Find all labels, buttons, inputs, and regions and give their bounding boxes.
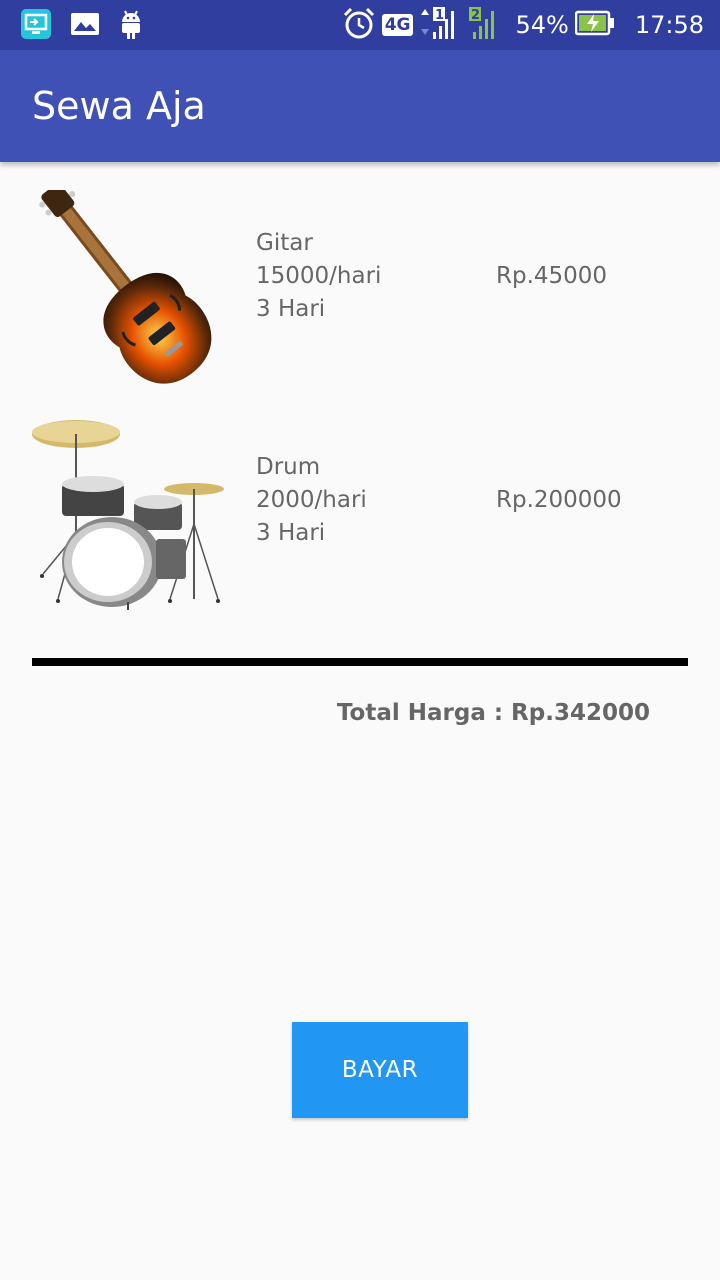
- item-name: Gitar: [256, 230, 313, 256]
- drum-image: [28, 414, 228, 614]
- android-icon: [118, 8, 144, 44]
- divider: [32, 658, 688, 666]
- app-title: Sewa Aja: [32, 84, 206, 128]
- pay-button[interactable]: BAYAR: [292, 1022, 468, 1118]
- item-price: Rp.200000: [496, 487, 622, 513]
- item-rate: 15000/hari: [256, 263, 382, 289]
- battery-charging-icon: [574, 10, 615, 40]
- sim1-label: 1: [435, 8, 444, 23]
- list-item: Drum 2000/hari 3 Hari Rp.200000: [0, 406, 720, 618]
- total-price: Total Harga : Rp.342000: [336, 700, 650, 726]
- sim2-label: 2: [471, 8, 480, 23]
- item-name: Drum: [256, 454, 321, 480]
- alarm-icon: [342, 6, 376, 44]
- item-price: Rp.45000: [496, 263, 608, 289]
- signal-icon: 1 2: [419, 5, 509, 45]
- screen-mirror-icon: [20, 8, 52, 44]
- item-days: 3 Hari: [256, 520, 326, 546]
- status-bar: 4G 1 2 54% 17:58: [0, 0, 720, 50]
- guitar-image: [28, 183, 228, 390]
- app-bar: Sewa Aja: [0, 50, 720, 162]
- item-rate: 2000/hari: [256, 487, 367, 513]
- list-item: Gitar 15000/hari 3 Hari Rp.45000: [0, 182, 720, 394]
- battery-percent: 54%: [515, 11, 569, 39]
- clock: 17:58: [634, 11, 704, 39]
- gallery-icon: [70, 11, 100, 41]
- item-days: 3 Hari: [256, 296, 326, 322]
- network-type-badge: 4G: [381, 14, 414, 36]
